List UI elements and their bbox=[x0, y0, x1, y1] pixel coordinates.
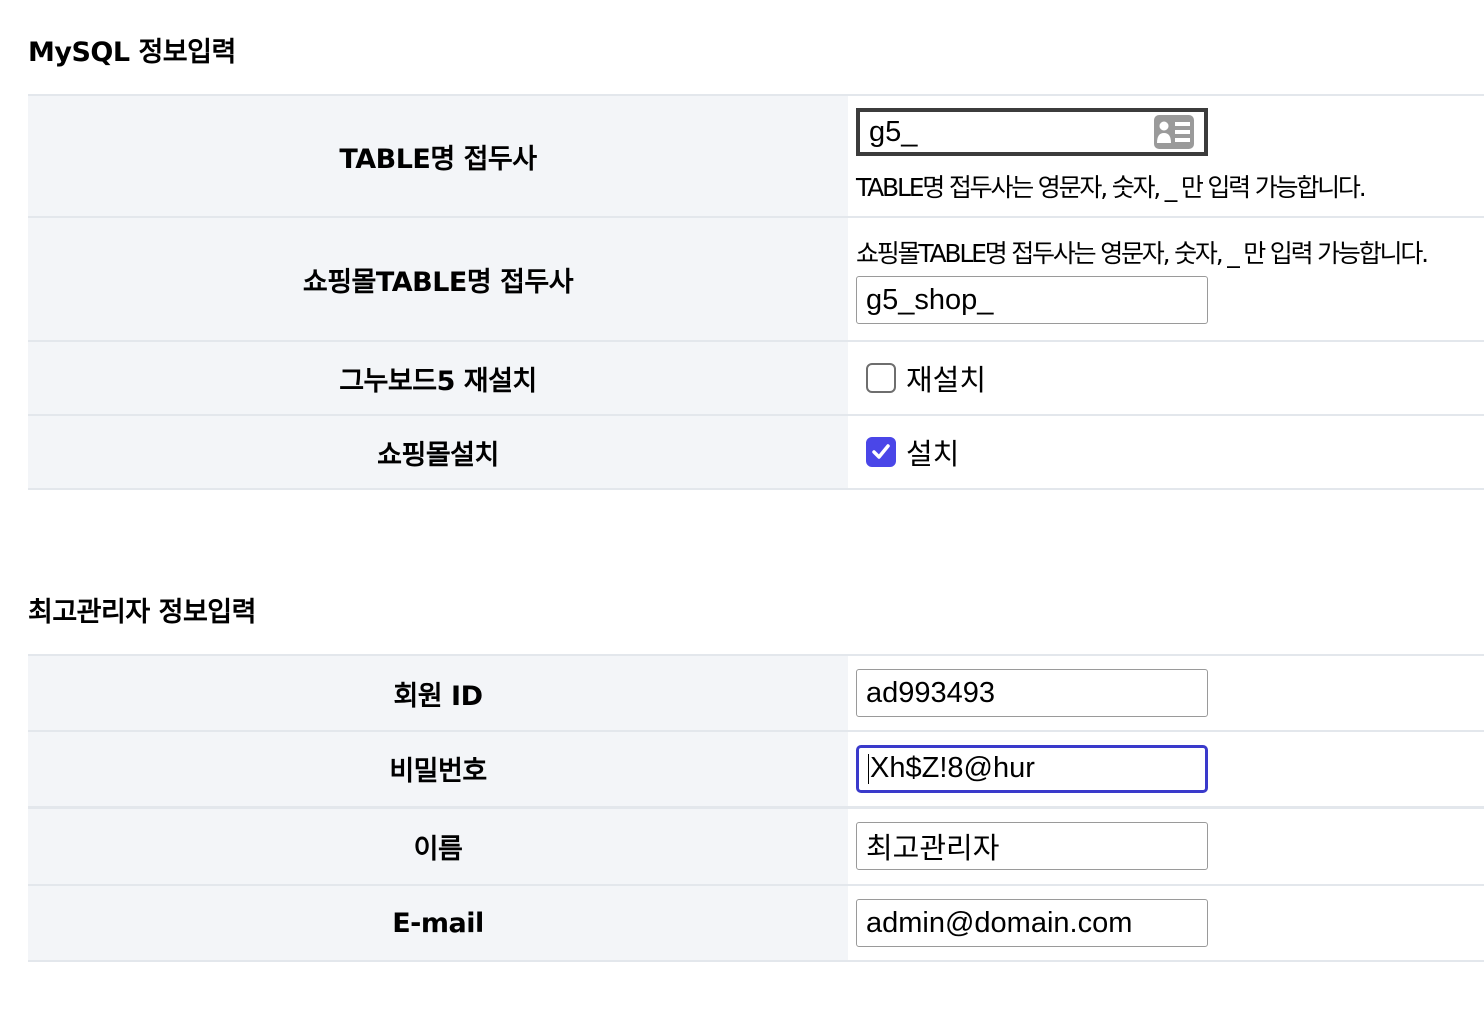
password-cell: Xh$Z!8@hur bbox=[848, 731, 1484, 807]
shop-install-row: 쇼핑몰설치 설치 bbox=[28, 415, 1484, 489]
member-id-cell: ad993493 bbox=[848, 655, 1484, 731]
table-prefix-value: g5_ bbox=[869, 115, 918, 148]
member-id-input[interactable]: ad993493 bbox=[856, 669, 1208, 717]
reinstall-row: 그누보드5 재설치 재설치 bbox=[28, 341, 1484, 415]
table-prefix-help: TABLE명 접두사는 영문자, 숫자, _ 만 입력 가능합니다. bbox=[856, 173, 1367, 202]
email-label: E-mail bbox=[28, 885, 848, 961]
member-id-label: 회원 ID bbox=[28, 655, 848, 731]
table-prefix-cell: g5_ TABLE명 접두사는 영문자, 숫자, _ 만 입력 가능합니다. bbox=[848, 95, 1484, 217]
email-row: E-mail admin@domain.com bbox=[28, 885, 1484, 961]
email-cell: admin@domain.com bbox=[848, 885, 1484, 961]
email-value: admin@domain.com bbox=[866, 906, 1133, 939]
shop-prefix-cell: 쇼핑몰TABLE명 접두사는 영문자, 숫자, _ 만 입력 가능합니다. g5… bbox=[848, 217, 1484, 341]
password-label: 비밀번호 bbox=[28, 731, 848, 807]
reinstall-label: 그누보드5 재설치 bbox=[28, 341, 848, 415]
admin-info-table: 회원 ID ad993493 비밀번호 Xh$Z!8@hur 이름 최고관리자 … bbox=[28, 654, 1484, 962]
shop-install-cell: 설치 bbox=[848, 415, 1484, 489]
shop-prefix-input[interactable]: g5_shop_ bbox=[856, 276, 1208, 324]
name-row: 이름 최고관리자 bbox=[28, 807, 1484, 885]
table-prefix-label: TABLE명 접두사 bbox=[28, 95, 848, 217]
name-input[interactable]: 최고관리자 bbox=[856, 822, 1208, 871]
shop-install-label: 쇼핑몰설치 bbox=[28, 415, 848, 489]
password-input[interactable]: Xh$Z!8@hur bbox=[856, 744, 1208, 793]
member-id-row: 회원 ID ad993493 bbox=[28, 655, 1484, 731]
mysql-info-table: TABLE명 접두사 g5_ TABLE명 접두사는 영문자, 숫자, _ 만 … bbox=[28, 94, 1484, 490]
shop-prefix-label: 쇼핑몰TABLE명 접두사 bbox=[28, 217, 848, 341]
table-prefix-input[interactable]: g5_ bbox=[856, 108, 1208, 156]
shop-prefix-help: 쇼핑몰TABLE명 접두사는 영문자, 숫자, _ 만 입력 가능합니다. bbox=[856, 239, 1429, 268]
email-input[interactable]: admin@domain.com bbox=[856, 899, 1208, 947]
shop-install-checkbox[interactable] bbox=[866, 437, 896, 467]
reinstall-checkbox[interactable] bbox=[866, 363, 896, 393]
contact-card-icon[interactable] bbox=[1153, 114, 1195, 150]
shop-install-checkbox-label: 설치 bbox=[906, 437, 960, 471]
table-prefix-row: TABLE명 접두사 g5_ TABLE명 접두사는 영문자, 숫자, _ 만 … bbox=[28, 95, 1484, 217]
name-value: 최고관리자 bbox=[866, 833, 1000, 866]
admin-section-title: 최고관리자 정보입력 bbox=[28, 597, 256, 628]
password-value: Xh$Z!8@hur bbox=[870, 752, 1035, 785]
shop-install-option[interactable]: 설치 bbox=[856, 431, 1484, 473]
mysql-section-title: MySQL 정보입력 bbox=[28, 37, 236, 68]
shop-prefix-value: g5_shop_ bbox=[866, 283, 994, 316]
text-cursor bbox=[868, 753, 869, 784]
reinstall-option[interactable]: 재설치 bbox=[856, 357, 1484, 399]
shop-prefix-row: 쇼핑몰TABLE명 접두사 쇼핑몰TABLE명 접두사는 영문자, 숫자, _ … bbox=[28, 217, 1484, 341]
reinstall-cell: 재설치 bbox=[848, 341, 1484, 415]
member-id-value: ad993493 bbox=[866, 676, 996, 709]
name-cell: 최고관리자 bbox=[848, 807, 1484, 885]
checkmark-icon bbox=[872, 444, 890, 459]
name-label: 이름 bbox=[28, 807, 848, 885]
password-row: 비밀번호 Xh$Z!8@hur bbox=[28, 731, 1484, 807]
reinstall-checkbox-label: 재설치 bbox=[906, 363, 987, 397]
